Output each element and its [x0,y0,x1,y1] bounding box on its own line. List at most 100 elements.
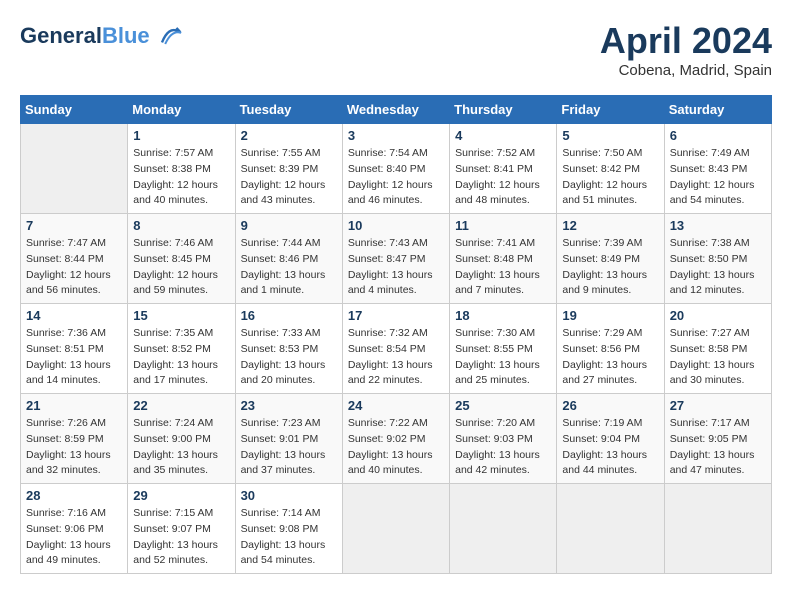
location: Cobena, Madrid, Spain [600,62,772,79]
day-number: 4 [455,128,551,143]
logo-text: GeneralBlue [20,24,150,48]
day-info: Sunrise: 7:47 AMSunset: 8:44 PMDaylight:… [26,236,122,299]
calendar-cell [342,484,449,574]
day-number: 5 [562,128,658,143]
day-number: 3 [348,128,444,143]
day-number: 13 [670,218,766,233]
calendar-cell: 2 Sunrise: 7:55 AMSunset: 8:39 PMDaylight… [235,124,342,214]
calendar-header-row: SundayMondayTuesdayWednesdayThursdayFrid… [21,96,772,124]
title-block: April 2024 Cobena, Madrid, Spain [600,20,772,79]
day-info: Sunrise: 7:26 AMSunset: 8:59 PMDaylight:… [26,416,122,479]
weekday-header: Friday [557,96,664,124]
calendar-cell: 22 Sunrise: 7:24 AMSunset: 9:00 PMDayligh… [128,394,235,484]
day-info: Sunrise: 7:55 AMSunset: 8:39 PMDaylight:… [241,146,337,209]
day-info: Sunrise: 7:23 AMSunset: 9:01 PMDaylight:… [241,416,337,479]
day-info: Sunrise: 7:24 AMSunset: 9:00 PMDaylight:… [133,416,229,479]
day-number: 14 [26,308,122,323]
calendar-cell: 11Sunrise: 7:41 AMSunset: 8:48 PMDayligh… [450,214,557,304]
weekday-header: Sunday [21,96,128,124]
day-info: Sunrise: 7:30 AMSunset: 8:55 PMDaylight:… [455,326,551,389]
day-number: 21 [26,398,122,413]
calendar-cell: 16Sunrise: 7:33 AMSunset: 8:53 PMDayligh… [235,304,342,394]
day-info: Sunrise: 7:35 AMSunset: 8:52 PMDaylight:… [133,326,229,389]
day-info: Sunrise: 7:27 AMSunset: 8:58 PMDaylight:… [670,326,766,389]
calendar-cell: 14 Sunrise: 7:36 AMSunset: 8:51 PMDayligh… [21,304,128,394]
calendar-week-row: 7Sunrise: 7:47 AMSunset: 8:44 PMDaylight… [21,214,772,304]
calendar-cell [21,124,128,214]
day-number: 6 [670,128,766,143]
day-info: Sunrise: 7:17 AMSunset: 9:05 PMDaylight:… [670,416,766,479]
calendar-cell: 28 Sunrise: 7:16 AMSunset: 9:06 PMDayligh… [21,484,128,574]
calendar-cell: 21 Sunrise: 7:26 AMSunset: 8:59 PMDayligh… [21,394,128,484]
calendar-cell: 8 Sunrise: 7:46 AMSunset: 8:45 PMDaylight… [128,214,235,304]
day-info: Sunrise: 7:33 AMSunset: 8:53 PMDaylight:… [241,326,337,389]
day-number: 27 [670,398,766,413]
calendar-week-row: 14 Sunrise: 7:36 AMSunset: 8:51 PMDayligh… [21,304,772,394]
calendar-cell: 1 Sunrise: 7:57 AMSunset: 8:38 PMDaylight… [128,124,235,214]
day-number: 25 [455,398,551,413]
weekday-header: Thursday [450,96,557,124]
calendar-cell: 25 Sunrise: 7:20 AMSunset: 9:03 PMDayligh… [450,394,557,484]
day-info: Sunrise: 7:38 AMSunset: 8:50 PMDaylight:… [670,236,766,299]
day-info: Sunrise: 7:46 AMSunset: 8:45 PMDaylight:… [133,236,229,299]
weekday-header: Tuesday [235,96,342,124]
day-number: 17 [348,308,444,323]
day-info: Sunrise: 7:20 AMSunset: 9:03 PMDaylight:… [455,416,551,479]
day-info: Sunrise: 7:15 AMSunset: 9:07 PMDaylight:… [133,506,229,569]
calendar-week-row: 1 Sunrise: 7:57 AMSunset: 8:38 PMDaylight… [21,124,772,214]
day-number: 29 [133,488,229,503]
day-info: Sunrise: 7:41 AMSunset: 8:48 PMDaylight:… [455,236,551,299]
calendar-cell: 13 Sunrise: 7:38 AMSunset: 8:50 PMDayligh… [664,214,771,304]
calendar-cell: 20 Sunrise: 7:27 AMSunset: 8:58 PMDayligh… [664,304,771,394]
calendar-cell: 15 Sunrise: 7:35 AMSunset: 8:52 PMDayligh… [128,304,235,394]
calendar-cell: 10 Sunrise: 7:43 AMSunset: 8:47 PMDayligh… [342,214,449,304]
calendar-table: SundayMondayTuesdayWednesdayThursdayFrid… [20,95,772,574]
day-number: 20 [670,308,766,323]
day-info: Sunrise: 7:22 AMSunset: 9:02 PMDaylight:… [348,416,444,479]
day-info: Sunrise: 7:57 AMSunset: 8:38 PMDaylight:… [133,146,229,209]
day-info: Sunrise: 7:43 AMSunset: 8:47 PMDaylight:… [348,236,444,299]
weekday-header: Wednesday [342,96,449,124]
day-number: 19 [562,308,658,323]
day-number: 10 [348,218,444,233]
day-number: 15 [133,308,229,323]
weekday-header: Saturday [664,96,771,124]
day-number: 8 [133,218,229,233]
day-number: 12 [562,218,658,233]
calendar-cell: 29 Sunrise: 7:15 AMSunset: 9:07 PMDayligh… [128,484,235,574]
calendar-week-row: 28 Sunrise: 7:16 AMSunset: 9:06 PMDayligh… [21,484,772,574]
month-title: April 2024 [600,20,772,62]
day-number: 9 [241,218,337,233]
calendar-cell: 3Sunrise: 7:54 AMSunset: 8:40 PMDaylight… [342,124,449,214]
calendar-cell [450,484,557,574]
day-info: Sunrise: 7:49 AMSunset: 8:43 PMDaylight:… [670,146,766,209]
calendar-cell: 26Sunrise: 7:19 AMSunset: 9:04 PMDayligh… [557,394,664,484]
day-info: Sunrise: 7:32 AMSunset: 8:54 PMDaylight:… [348,326,444,389]
calendar-cell: 9 Sunrise: 7:44 AMSunset: 8:46 PMDaylight… [235,214,342,304]
day-info: Sunrise: 7:29 AMSunset: 8:56 PMDaylight:… [562,326,658,389]
calendar-body: 1 Sunrise: 7:57 AMSunset: 8:38 PMDaylight… [21,124,772,574]
calendar-cell: 7Sunrise: 7:47 AMSunset: 8:44 PMDaylight… [21,214,128,304]
day-number: 30 [241,488,337,503]
day-info: Sunrise: 7:39 AMSunset: 8:49 PMDaylight:… [562,236,658,299]
day-info: Sunrise: 7:16 AMSunset: 9:06 PMDaylight:… [26,506,122,569]
day-info: Sunrise: 7:36 AMSunset: 8:51 PMDaylight:… [26,326,122,389]
day-number: 2 [241,128,337,143]
day-number: 28 [26,488,122,503]
calendar-cell [664,484,771,574]
page-header: GeneralBlue April 2024 Cobena, Madrid, S… [20,20,772,79]
calendar-cell: 27 Sunrise: 7:17 AMSunset: 9:05 PMDayligh… [664,394,771,484]
weekday-header: Monday [128,96,235,124]
calendar-cell: 5Sunrise: 7:50 AMSunset: 8:42 PMDaylight… [557,124,664,214]
calendar-cell: 4Sunrise: 7:52 AMSunset: 8:41 PMDaylight… [450,124,557,214]
day-info: Sunrise: 7:14 AMSunset: 9:08 PMDaylight:… [241,506,337,569]
day-number: 1 [133,128,229,143]
day-info: Sunrise: 7:44 AMSunset: 8:46 PMDaylight:… [241,236,337,299]
calendar-week-row: 21 Sunrise: 7:26 AMSunset: 8:59 PMDayligh… [21,394,772,484]
calendar-cell: 18Sunrise: 7:30 AMSunset: 8:55 PMDayligh… [450,304,557,394]
calendar-cell: 30 Sunrise: 7:14 AMSunset: 9:08 PMDayligh… [235,484,342,574]
day-number: 22 [133,398,229,413]
calendar-cell [557,484,664,574]
day-info: Sunrise: 7:19 AMSunset: 9:04 PMDaylight:… [562,416,658,479]
calendar-cell: 23Sunrise: 7:23 AMSunset: 9:01 PMDayligh… [235,394,342,484]
